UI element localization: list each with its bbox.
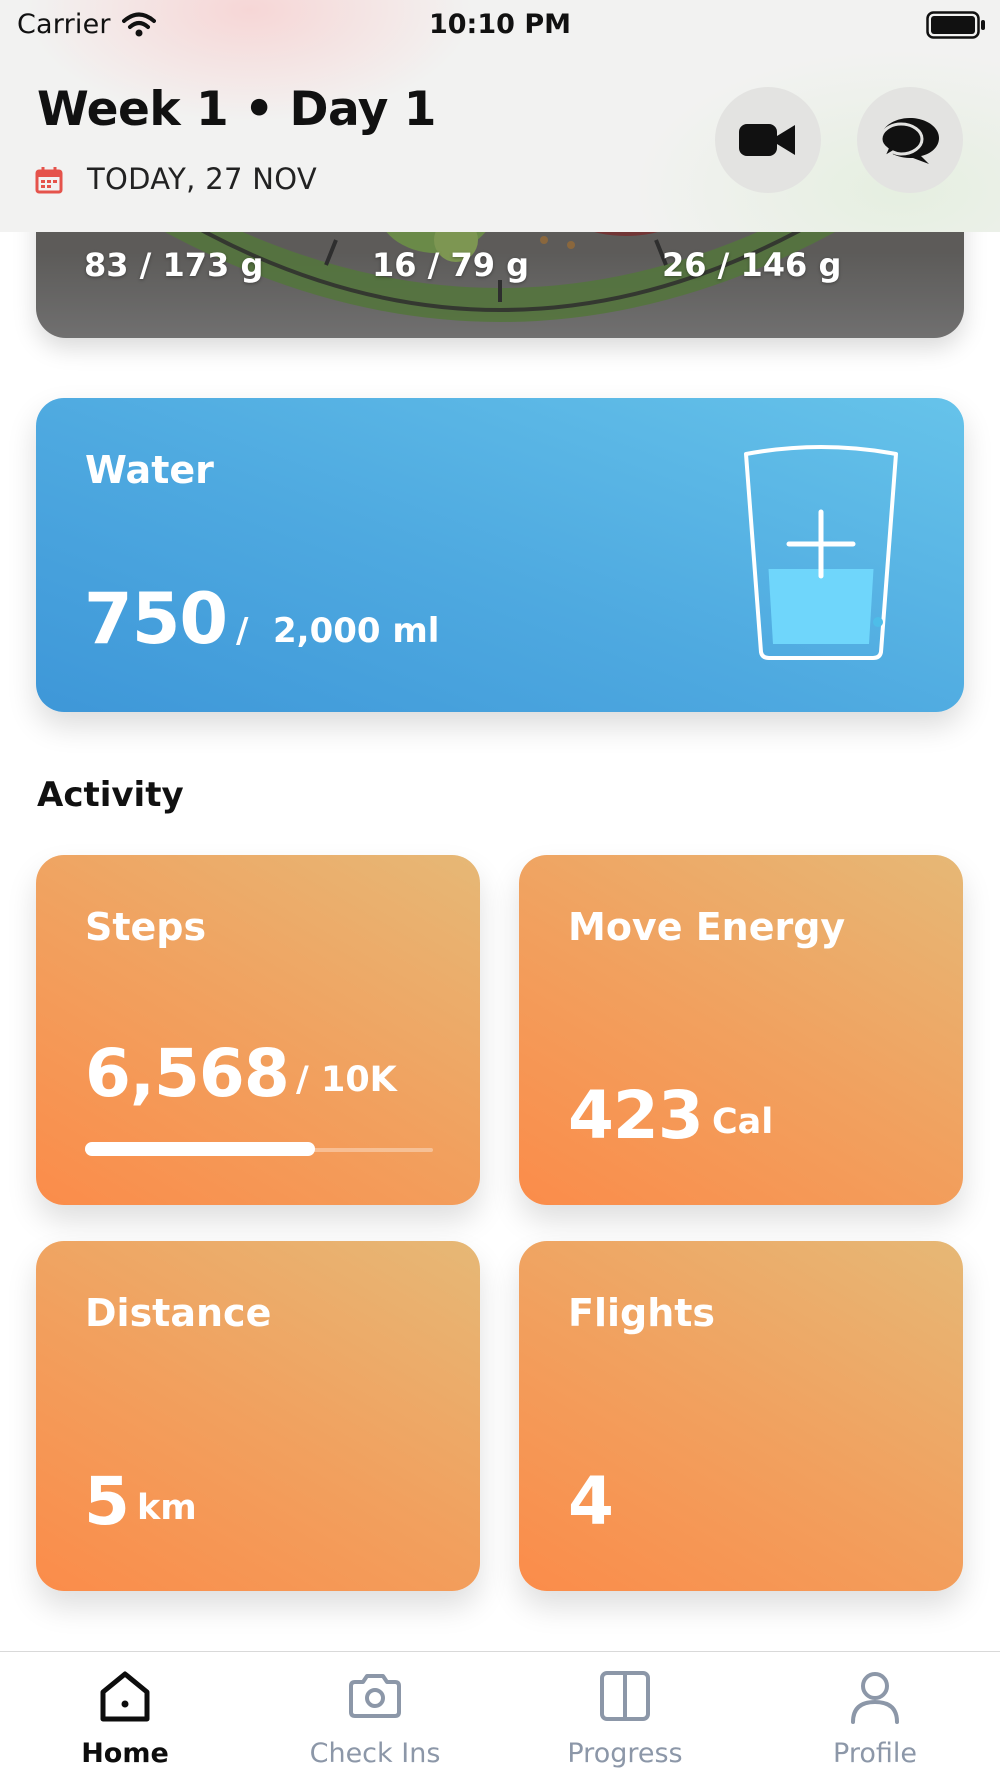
camera-icon <box>349 1674 401 1718</box>
carbs-macro: 26 / 146 g <box>662 246 842 284</box>
tab-progress[interactable]: Progress <box>500 1652 750 1778</box>
tab-home[interactable]: Home <box>0 1652 250 1778</box>
calendar-icon <box>35 167 63 194</box>
video-call-button[interactable] <box>715 87 821 193</box>
water-goal: 2,000 ml <box>273 611 440 651</box>
protein-macro: 83 / 173 g <box>84 246 264 284</box>
activity-heading: Activity <box>37 775 184 815</box>
move-energy-unit: Cal <box>712 1102 774 1142</box>
move-energy-card[interactable]: Move Energy 423 Cal <box>519 855 963 1205</box>
steps-card[interactable]: Steps 6,568 / 10K <box>36 855 480 1205</box>
video-camera-icon <box>739 124 795 156</box>
page-title: Week 1 • Day 1 <box>37 82 437 137</box>
distance-unit: km <box>137 1488 197 1528</box>
progress-icon <box>600 1671 650 1721</box>
tab-label: Profile <box>833 1738 917 1769</box>
flights-title: Flights <box>568 1291 716 1335</box>
clock: 10:10 PM <box>428 9 571 40</box>
water-separator: / <box>236 611 249 651</box>
header: Carrier 10:10 PM Week 1 • Day 1 TODAY, 2… <box>0 0 1000 232</box>
distance-value: 5 <box>84 1463 130 1540</box>
add-water-glass-icon[interactable] <box>741 444 901 664</box>
tab-label: Home <box>81 1738 169 1769</box>
steps-goal: / 10K <box>296 1060 397 1100</box>
date-label: TODAY, 27 NOV <box>87 162 317 196</box>
fat-macro: 16 / 79 g <box>372 246 530 284</box>
chat-bubbles-icon <box>879 118 939 164</box>
water-value: 750 <box>84 578 228 660</box>
steps-title: Steps <box>85 905 207 949</box>
tab-check-ins[interactable]: Check Ins <box>250 1652 500 1778</box>
tab-label: Progress <box>567 1738 683 1769</box>
home-screen: 83 / 173 g 16 / 79 g 26 / 146 g Carrier … <box>0 0 1000 1778</box>
chat-button[interactable] <box>857 87 963 193</box>
flights-value: 4 <box>568 1463 614 1540</box>
tab-label: Check Ins <box>309 1738 441 1769</box>
battery-icon <box>926 11 985 39</box>
tab-bar: Home Check Ins Progress Profile <box>0 1651 1000 1778</box>
distance-title: Distance <box>85 1291 272 1335</box>
move-energy-value: 423 <box>568 1077 704 1154</box>
water-title: Water <box>85 448 214 492</box>
profile-icon <box>851 1672 899 1724</box>
flights-card[interactable]: Flights 4 <box>519 1241 963 1591</box>
home-icon <box>100 1671 150 1722</box>
distance-card[interactable]: Distance 5 km <box>36 1241 480 1591</box>
move-energy-title: Move Energy <box>568 905 846 949</box>
tab-profile[interactable]: Profile <box>750 1652 1000 1778</box>
water-card[interactable]: Water 750 / 2,000 ml <box>36 398 964 712</box>
steps-progress-fill <box>85 1142 315 1156</box>
status-bar: Carrier 10:10 PM <box>0 0 1000 52</box>
steps-value: 6,568 <box>85 1035 290 1112</box>
